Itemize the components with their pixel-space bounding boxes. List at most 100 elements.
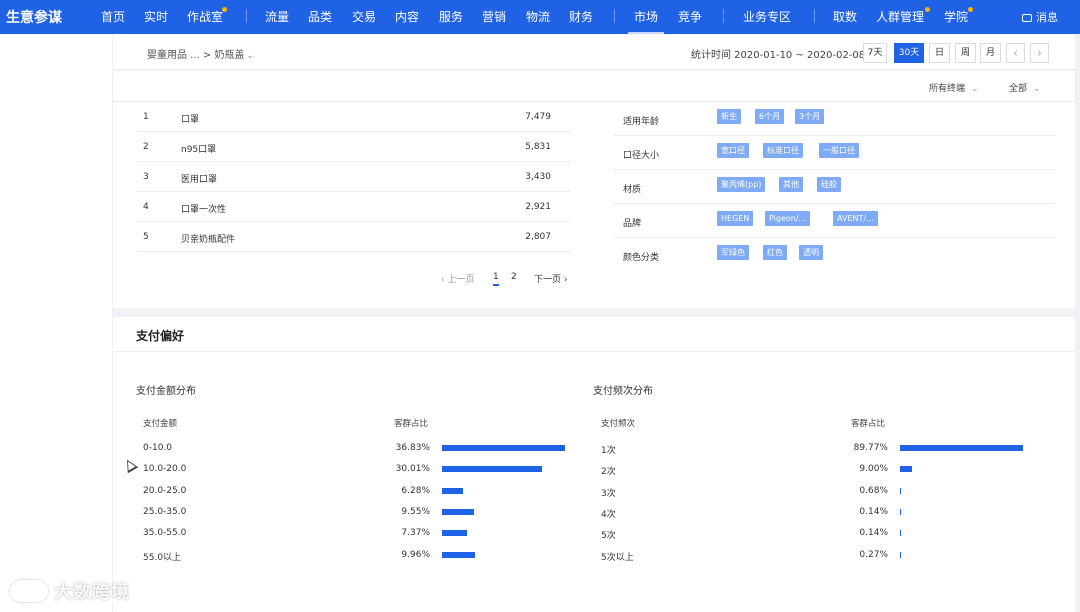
attribute-tag[interactable]: 其他 — [779, 177, 803, 192]
attribute-tag[interactable]: 红色 — [763, 245, 787, 260]
distribution-percent: 89.77% — [853, 443, 888, 453]
breadcrumb: 婴童用品 ... > 奶瓶盖 ⌄ — [147, 46, 254, 61]
range-day-button[interactable]: 日 — [929, 43, 950, 63]
distribution-bar — [900, 445, 1023, 451]
distribution-bar — [442, 530, 467, 537]
nav-item-realtime[interactable]: 实时 — [144, 8, 168, 25]
attribute-row: 品牌 HEGEN Pigeon/... AVENT/... — [613, 204, 1055, 238]
distribution-row: 25.0-35.0 9.55% — [143, 507, 583, 521]
table-row: 5 贝亲奶瓶配件 2,807 — [137, 222, 571, 252]
distribution-key: 5次 — [601, 531, 616, 542]
distribution-percent: 0.14% — [859, 528, 888, 539]
attribute-tag[interactable]: HEGEN — [717, 211, 754, 226]
attribute-tag[interactable]: 标准口径 — [763, 143, 803, 158]
rank-number: 3 — [143, 172, 149, 182]
next-period-button[interactable]: › — [1030, 43, 1049, 63]
scope-filter[interactable]: 全部 ⌄ — [1009, 81, 1041, 94]
range-7d-button[interactable]: 7天 — [863, 43, 887, 63]
distribution-row: 5次 0.14% — [601, 528, 1041, 542]
brand-logo[interactable]: 生意参谋 — [6, 7, 62, 27]
nav-item-competition[interactable]: 竞争 — [678, 8, 702, 25]
attribute-tag[interactable]: AVENT/... — [833, 211, 878, 226]
range-week-button[interactable]: 周 — [955, 43, 976, 63]
nav-item-service[interactable]: 服务 — [439, 8, 463, 25]
range-month-button[interactable]: 月 — [980, 43, 1001, 63]
nav-item-trade[interactable]: 交易 — [352, 8, 376, 25]
attribute-tag[interactable]: 3个月 — [795, 109, 825, 124]
distribution-bar — [900, 551, 901, 558]
chevron-down-icon[interactable]: ⌄ — [246, 51, 254, 61]
nav-item-warroom[interactable]: 作战室 — [187, 8, 223, 25]
attribute-tag[interactable]: 一般口径 — [819, 143, 859, 158]
attribute-row: 口径大小 宽口径 标准口径 一般口径 — [613, 136, 1055, 170]
distribution-row: 1次 89.77% — [601, 443, 1041, 457]
keyword-value: 2,921 — [525, 202, 551, 212]
distribution-bar — [900, 487, 901, 494]
nav-divider — [723, 9, 724, 23]
keyword-value: 7,479 — [525, 112, 551, 122]
nav-item-finance[interactable]: 财务 — [569, 8, 593, 25]
attribute-label: 颜色分类 — [623, 253, 660, 263]
nav-item-marketing[interactable]: 营销 — [482, 8, 506, 25]
keyword-term[interactable]: 口罩一次性 — [181, 202, 226, 215]
nav-item-content[interactable]: 内容 — [395, 8, 419, 25]
nav-divider — [614, 9, 615, 23]
distribution-key: 5次以上 — [601, 552, 634, 563]
nav-item-market[interactable]: 市场 — [627, 8, 665, 35]
attribute-tag[interactable]: 新生 — [717, 109, 741, 124]
nav-item-logistics[interactable]: 物流 — [526, 8, 550, 25]
distribution-bar — [442, 445, 565, 451]
distribution-key: 35.0-55.0 — [143, 528, 187, 539]
breadcrumb-current[interactable]: 奶瓶盖 — [214, 50, 244, 61]
attribute-tag[interactable]: 透明 — [799, 245, 823, 260]
message-icon — [1022, 14, 1032, 22]
rank-number: 4 — [143, 202, 149, 212]
keyword-value: 3,430 — [525, 172, 551, 182]
distribution-row: 4次 0.14% — [601, 507, 1041, 521]
distribution-key: 2次 — [601, 467, 616, 478]
attribute-tag[interactable]: 军绿色 — [717, 245, 749, 260]
new-dot-icon — [968, 7, 973, 12]
next-page-button[interactable]: 下一页 › — [534, 272, 567, 285]
attribute-tag[interactable]: Pigeon/... — [765, 211, 811, 226]
prev-page-button[interactable]: ‹ 上一页 — [441, 272, 474, 285]
rank-number: 5 — [143, 232, 149, 242]
nav-item-data-fetch[interactable]: 取数 — [833, 8, 857, 25]
prev-period-button[interactable]: ‹ — [1006, 43, 1025, 63]
nav-item-home[interactable]: 首页 — [101, 8, 125, 25]
page-1-button[interactable]: 1 — [493, 272, 499, 286]
distribution-percent: 0.27% — [859, 549, 888, 560]
nav-item-business-zone[interactable]: 业务专区 — [743, 8, 791, 25]
nav-item-academy[interactable]: 学院 — [944, 8, 968, 25]
keyword-term[interactable]: 口罩 — [181, 112, 199, 125]
terminal-filter[interactable]: 所有终端 ⌄ — [929, 81, 979, 94]
range-30d-button[interactable]: 30天 — [894, 43, 924, 63]
breadcrumb-parent[interactable]: 婴童用品 ... — [147, 50, 200, 61]
distribution-percent: 9.55% — [401, 506, 430, 517]
page-2-button[interactable]: 2 — [511, 272, 517, 282]
distribution-row: 35.0-55.0 7.37% — [143, 528, 583, 542]
nav-item-traffic[interactable]: 流量 — [265, 8, 289, 25]
new-dot-icon — [222, 7, 227, 12]
distribution-key: 4次 — [601, 509, 616, 520]
attribute-tag[interactable]: 6个月 — [755, 109, 785, 124]
distribution-percent: 6.28% — [401, 485, 430, 496]
keyword-term[interactable]: n95口罩 — [181, 142, 216, 155]
attribute-tag[interactable]: 硅胶 — [817, 177, 841, 192]
table-row: 1 口罩 7,479 — [137, 102, 571, 132]
nav-item-crowd-management[interactable]: 人群管理 — [876, 8, 924, 25]
header-bar: 婴童用品 ... > 奶瓶盖 ⌄ 统计时间 2020-01-10 ~ 2020-0… — [113, 34, 1075, 70]
top-nav: 生意参谋 首页 实时 作战室 流量 品类 交易 内容 服务 营销 物流 财务 市… — [0, 0, 1080, 35]
keyword-term[interactable]: 贝亲奶瓶配件 — [181, 232, 235, 245]
message-button[interactable]: 消息 — [1022, 9, 1058, 25]
keyword-term[interactable]: 医用口罩 — [181, 172, 217, 185]
amount-distribution-title: 支付金额分布 — [136, 386, 196, 397]
attribute-tag[interactable]: 聚丙烯(pp) — [717, 177, 766, 192]
nav-item-category[interactable]: 品类 — [308, 8, 332, 25]
distribution-row: 20.0-25.0 6.28% — [143, 486, 583, 500]
attribute-tag[interactable]: 宽口径 — [717, 143, 749, 158]
attribute-row: 材质 聚丙烯(pp) 其他 硅胶 — [613, 170, 1055, 204]
distribution-row: 0-10.0 36.83% — [143, 443, 583, 457]
keyword-value: 5,831 — [525, 142, 551, 152]
distribution-bar — [442, 551, 476, 558]
